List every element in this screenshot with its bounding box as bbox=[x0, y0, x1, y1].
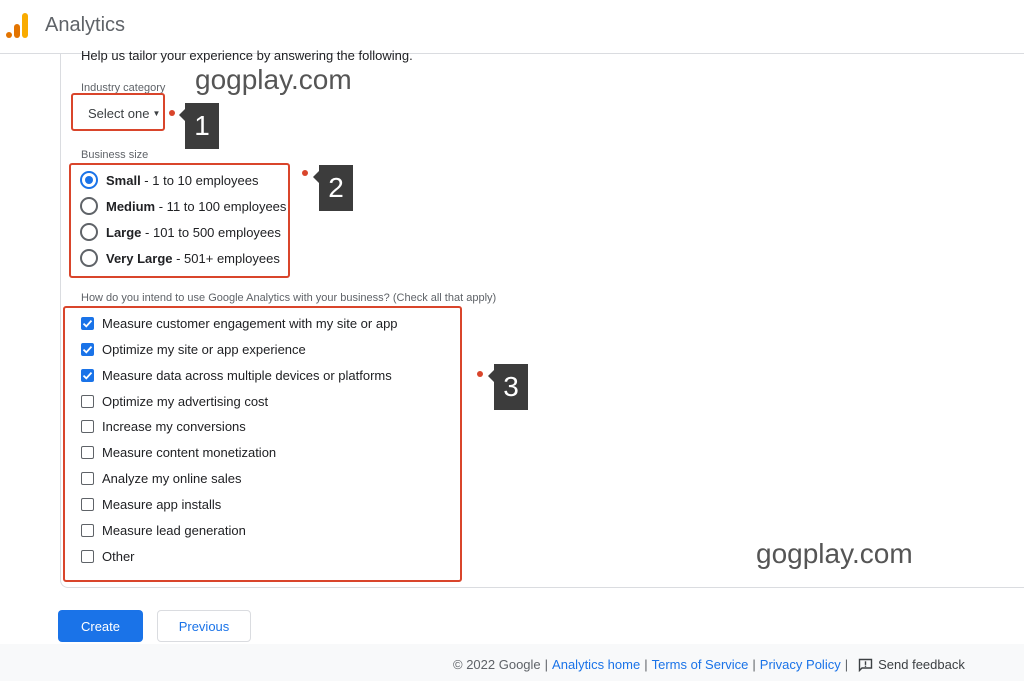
previous-button[interactable]: Previous bbox=[157, 610, 251, 642]
business-size-label: Business size bbox=[81, 149, 149, 161]
analytics-home-link[interactable]: Analytics home bbox=[552, 657, 640, 672]
watermark-top: gogplay.com bbox=[195, 64, 352, 95]
create-button[interactable]: Create bbox=[58, 610, 143, 642]
usage-question-label: How do you intend to use Google Analytic… bbox=[81, 292, 497, 304]
footer-separator: | bbox=[844, 657, 849, 672]
top-app-bar: Analytics bbox=[0, 0, 1024, 54]
feedback-icon bbox=[858, 658, 873, 672]
annotation-dot-1 bbox=[169, 110, 175, 116]
copyright-text: © 2022 Google bbox=[453, 657, 541, 672]
annotation-marker-3: 3 bbox=[488, 364, 528, 410]
annotation-dot-3 bbox=[477, 371, 483, 377]
footer-separator: | bbox=[752, 657, 756, 672]
highlight-box-1 bbox=[71, 93, 165, 131]
highlight-box-3 bbox=[63, 306, 462, 582]
terms-of-service-link[interactable]: Terms of Service bbox=[652, 657, 749, 672]
footer-links: © 2022 Google | Analytics home | Terms o… bbox=[453, 657, 965, 672]
app-title: Analytics bbox=[45, 14, 126, 36]
analytics-bars-icon[interactable] bbox=[5, 13, 29, 39]
annotation-dot-2 bbox=[302, 170, 308, 176]
watermark-bottom: gogplay.com bbox=[756, 538, 913, 569]
annotation-marker-1: 1 bbox=[179, 103, 219, 149]
privacy-policy-link[interactable]: Privacy Policy bbox=[760, 657, 841, 672]
annotation-marker-2: 2 bbox=[313, 165, 353, 211]
footer-separator: | bbox=[544, 657, 549, 672]
send-feedback-button[interactable]: Send feedback bbox=[858, 657, 965, 672]
intro-text: Help us tailor your experience by answer… bbox=[81, 48, 413, 63]
highlight-box-2 bbox=[69, 163, 290, 278]
footer: © 2022 Google | Analytics home | Terms o… bbox=[0, 644, 1024, 681]
footer-separator: | bbox=[644, 657, 648, 672]
send-feedback-label: Send feedback bbox=[878, 657, 965, 672]
